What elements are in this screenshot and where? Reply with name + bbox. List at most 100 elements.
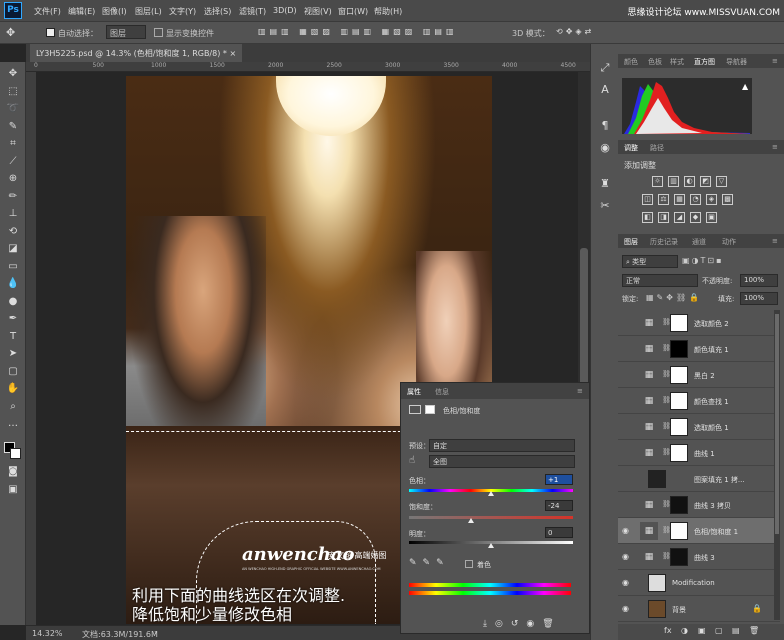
tab-top-4[interactable]: 导航器 xyxy=(726,57,747,67)
tab-layers-3[interactable]: 动作 xyxy=(722,237,736,247)
zoom-tool-icon[interactable]: ⌕ xyxy=(3,399,23,414)
move-tool-icon[interactable]: ✥ xyxy=(6,26,15,39)
hue-input[interactable]: +1 xyxy=(545,474,573,485)
menu-8[interactable]: 视图(V) xyxy=(304,6,332,17)
quick-mask-icon[interactable]: ◙ xyxy=(3,464,23,479)
hidden-eye-placeholder[interactable] xyxy=(622,318,632,328)
lock-icons[interactable]: ▦✎✥⛓🔒 xyxy=(646,293,702,302)
lasso-tool-icon[interactable]: ➰ xyxy=(3,101,23,116)
panel-menu-icon[interactable]: ≡ xyxy=(772,143,778,151)
document-tab[interactable]: LY3H5225.psd @ 14.3% (色相/饱和度 1, RGB/8) *… xyxy=(30,44,243,62)
hidden-eye-placeholder[interactable] xyxy=(622,448,632,458)
preset-dropdown[interactable]: 自定 xyxy=(429,439,575,452)
hidden-eye-placeholder[interactable] xyxy=(622,370,632,380)
auto-select-dropdown[interactable]: 图层 xyxy=(106,25,146,39)
layer-row[interactable]: ◉ 背景 🔒 xyxy=(618,596,780,622)
adjustment-icon-6[interactable]: ⚖ xyxy=(658,194,669,205)
tab-adjust-0[interactable]: 调整 xyxy=(624,143,638,153)
opacity-input[interactable]: 100% xyxy=(740,274,778,287)
hidden-eye-placeholder[interactable] xyxy=(622,422,632,432)
tool-presets-icon[interactable]: ⤢ xyxy=(596,60,614,76)
layer-footer-icon-0[interactable]: fx xyxy=(664,626,672,635)
shape-tool-icon[interactable]: ▢ xyxy=(3,364,23,379)
layers-scrollbar[interactable] xyxy=(774,310,780,620)
adjustment-icon-11[interactable]: ◧ xyxy=(642,212,653,223)
move-tool-icon[interactable]: ✥ xyxy=(3,66,23,81)
hand-tool-icon[interactable]: ✋ xyxy=(3,381,23,396)
hue-slider-knob[interactable] xyxy=(488,491,495,496)
layer-footer-icon-4[interactable]: ▤ xyxy=(732,626,740,635)
healing-brush-icon[interactable]: ⊕ xyxy=(3,171,23,186)
character-icon[interactable]: A xyxy=(596,82,614,98)
zoom-level[interactable]: 14.32% xyxy=(32,629,63,638)
properties-footer-icons[interactable]: ⤓◎↺◉🗑 xyxy=(483,619,562,629)
tab-top-0[interactable]: 颜色 xyxy=(624,57,638,67)
fill-input[interactable]: 100% xyxy=(740,292,778,305)
adjustment-icon-7[interactable]: ▦ xyxy=(674,194,685,205)
layer-row[interactable]: ▦ ⛓ 颜色查找 1 xyxy=(618,388,780,414)
tab-top-2[interactable]: 样式 xyxy=(670,57,684,67)
lightness-slider-knob[interactable] xyxy=(488,543,494,548)
adjustment-icon-13[interactable]: ◢ xyxy=(674,212,685,223)
hidden-eye-placeholder[interactable] xyxy=(622,344,632,354)
brush-tool-icon[interactable]: ✏ xyxy=(3,189,23,204)
eyedropper-icons[interactable]: ✎✎✎ xyxy=(409,558,450,568)
adjustment-icon-2[interactable]: ◐ xyxy=(684,176,695,187)
layer-footer-icon-1[interactable]: ◑ xyxy=(681,626,688,635)
layer-row[interactable]: 图案填充 1 拷... xyxy=(618,466,780,492)
adjustment-icon-0[interactable]: ☼ xyxy=(652,176,663,187)
styles-icon[interactable]: ✂ xyxy=(596,198,614,214)
hidden-eye-placeholder[interactable] xyxy=(622,500,632,510)
tab-info[interactable]: 信息 xyxy=(435,387,449,397)
layer-row[interactable]: ◉ Modification xyxy=(618,570,780,596)
colorize-checkbox[interactable] xyxy=(465,560,473,568)
layers-scroll-thumb[interactable] xyxy=(775,314,779,534)
close-icon[interactable]: × xyxy=(229,49,236,58)
paragraph-icon[interactable]: ¶ xyxy=(596,118,614,134)
quick-select-icon[interactable]: ✎ xyxy=(3,119,23,134)
saturation-input[interactable]: -24 xyxy=(545,500,573,511)
adjustment-icon-12[interactable]: ◨ xyxy=(658,212,669,223)
3d-icons[interactable]: ⟲✥◈⇄ xyxy=(556,27,594,36)
eye-icon[interactable]: ◉ xyxy=(622,552,632,562)
tab-layers-1[interactable]: 历史记录 xyxy=(650,237,678,247)
histogram-warning-icon[interactable]: ▲ xyxy=(742,82,748,91)
menu-10[interactable]: 帮助(H) xyxy=(374,6,402,17)
3d-icon[interactable]: ◉ xyxy=(596,140,614,156)
adjustment-icon-5[interactable]: ◫ xyxy=(642,194,653,205)
eyedropper-tool-icon[interactable]: ⟋ xyxy=(3,154,23,169)
eye-icon[interactable]: ◉ xyxy=(622,578,632,588)
layer-footer-icon-3[interactable]: ▢ xyxy=(715,626,723,635)
marquee-tool-icon[interactable]: ⬚ xyxy=(3,84,23,99)
show-transform-checkbox[interactable] xyxy=(154,28,163,37)
layer-row[interactable]: ▦ ⛓ 黑白 2 xyxy=(618,362,780,388)
layer-row[interactable]: ▦ ⛓ 选取颜色 2 xyxy=(618,310,780,336)
layer-kind-filter[interactable]: ⌕ 类型 xyxy=(622,255,678,268)
gradient-tool-icon[interactable]: ▭ xyxy=(3,259,23,274)
align-icons[interactable]: ▥▤▥ ▦▧▨ ▥▤▥ ▦▧▨ ▥▤▥ xyxy=(258,27,458,36)
adjustment-icon-9[interactable]: ◈ xyxy=(706,194,717,205)
layer-footer-icon-5[interactable]: 🗑 xyxy=(749,626,759,635)
tab-top-3[interactable]: 直方图 xyxy=(694,57,715,67)
saturation-slider[interactable] xyxy=(409,516,573,519)
menu-6[interactable]: 滤镜(T) xyxy=(239,6,266,17)
lightness-input[interactable]: 0 xyxy=(545,527,573,538)
adjustment-icon-3[interactable]: ◩ xyxy=(700,176,711,187)
panel-menu-icon[interactable]: ≡ xyxy=(772,237,778,245)
crop-tool-icon[interactable]: ⌗ xyxy=(3,136,23,151)
layer-row[interactable]: ◉ ▦ ⛓ 曲线 3 xyxy=(618,544,780,570)
layer-row[interactable]: ▦ ⛓ 选取颜色 1 xyxy=(618,414,780,440)
adjustment-icon-10[interactable]: ▩ xyxy=(722,194,733,205)
panel-menu-icon[interactable]: ≡ xyxy=(577,387,583,395)
hidden-eye-placeholder[interactable] xyxy=(622,474,632,484)
layer-row[interactable]: ▦ ⛓ 曲线 3 拷贝 xyxy=(618,492,780,518)
menu-4[interactable]: 文字(Y) xyxy=(169,6,196,17)
layer-row[interactable]: ▦ ⛓ 曲线 1 xyxy=(618,440,780,466)
adjustment-icon-14[interactable]: ◆ xyxy=(690,212,701,223)
layer-footer-icon-2[interactable]: ▣ xyxy=(698,626,706,635)
menu-3[interactable]: 图层(L) xyxy=(135,6,162,17)
auto-select-checkbox[interactable] xyxy=(46,28,55,37)
background-color[interactable] xyxy=(10,448,21,459)
type-tool-icon[interactable]: T xyxy=(3,329,23,344)
adjustment-icon-15[interactable]: ▣ xyxy=(706,212,717,223)
